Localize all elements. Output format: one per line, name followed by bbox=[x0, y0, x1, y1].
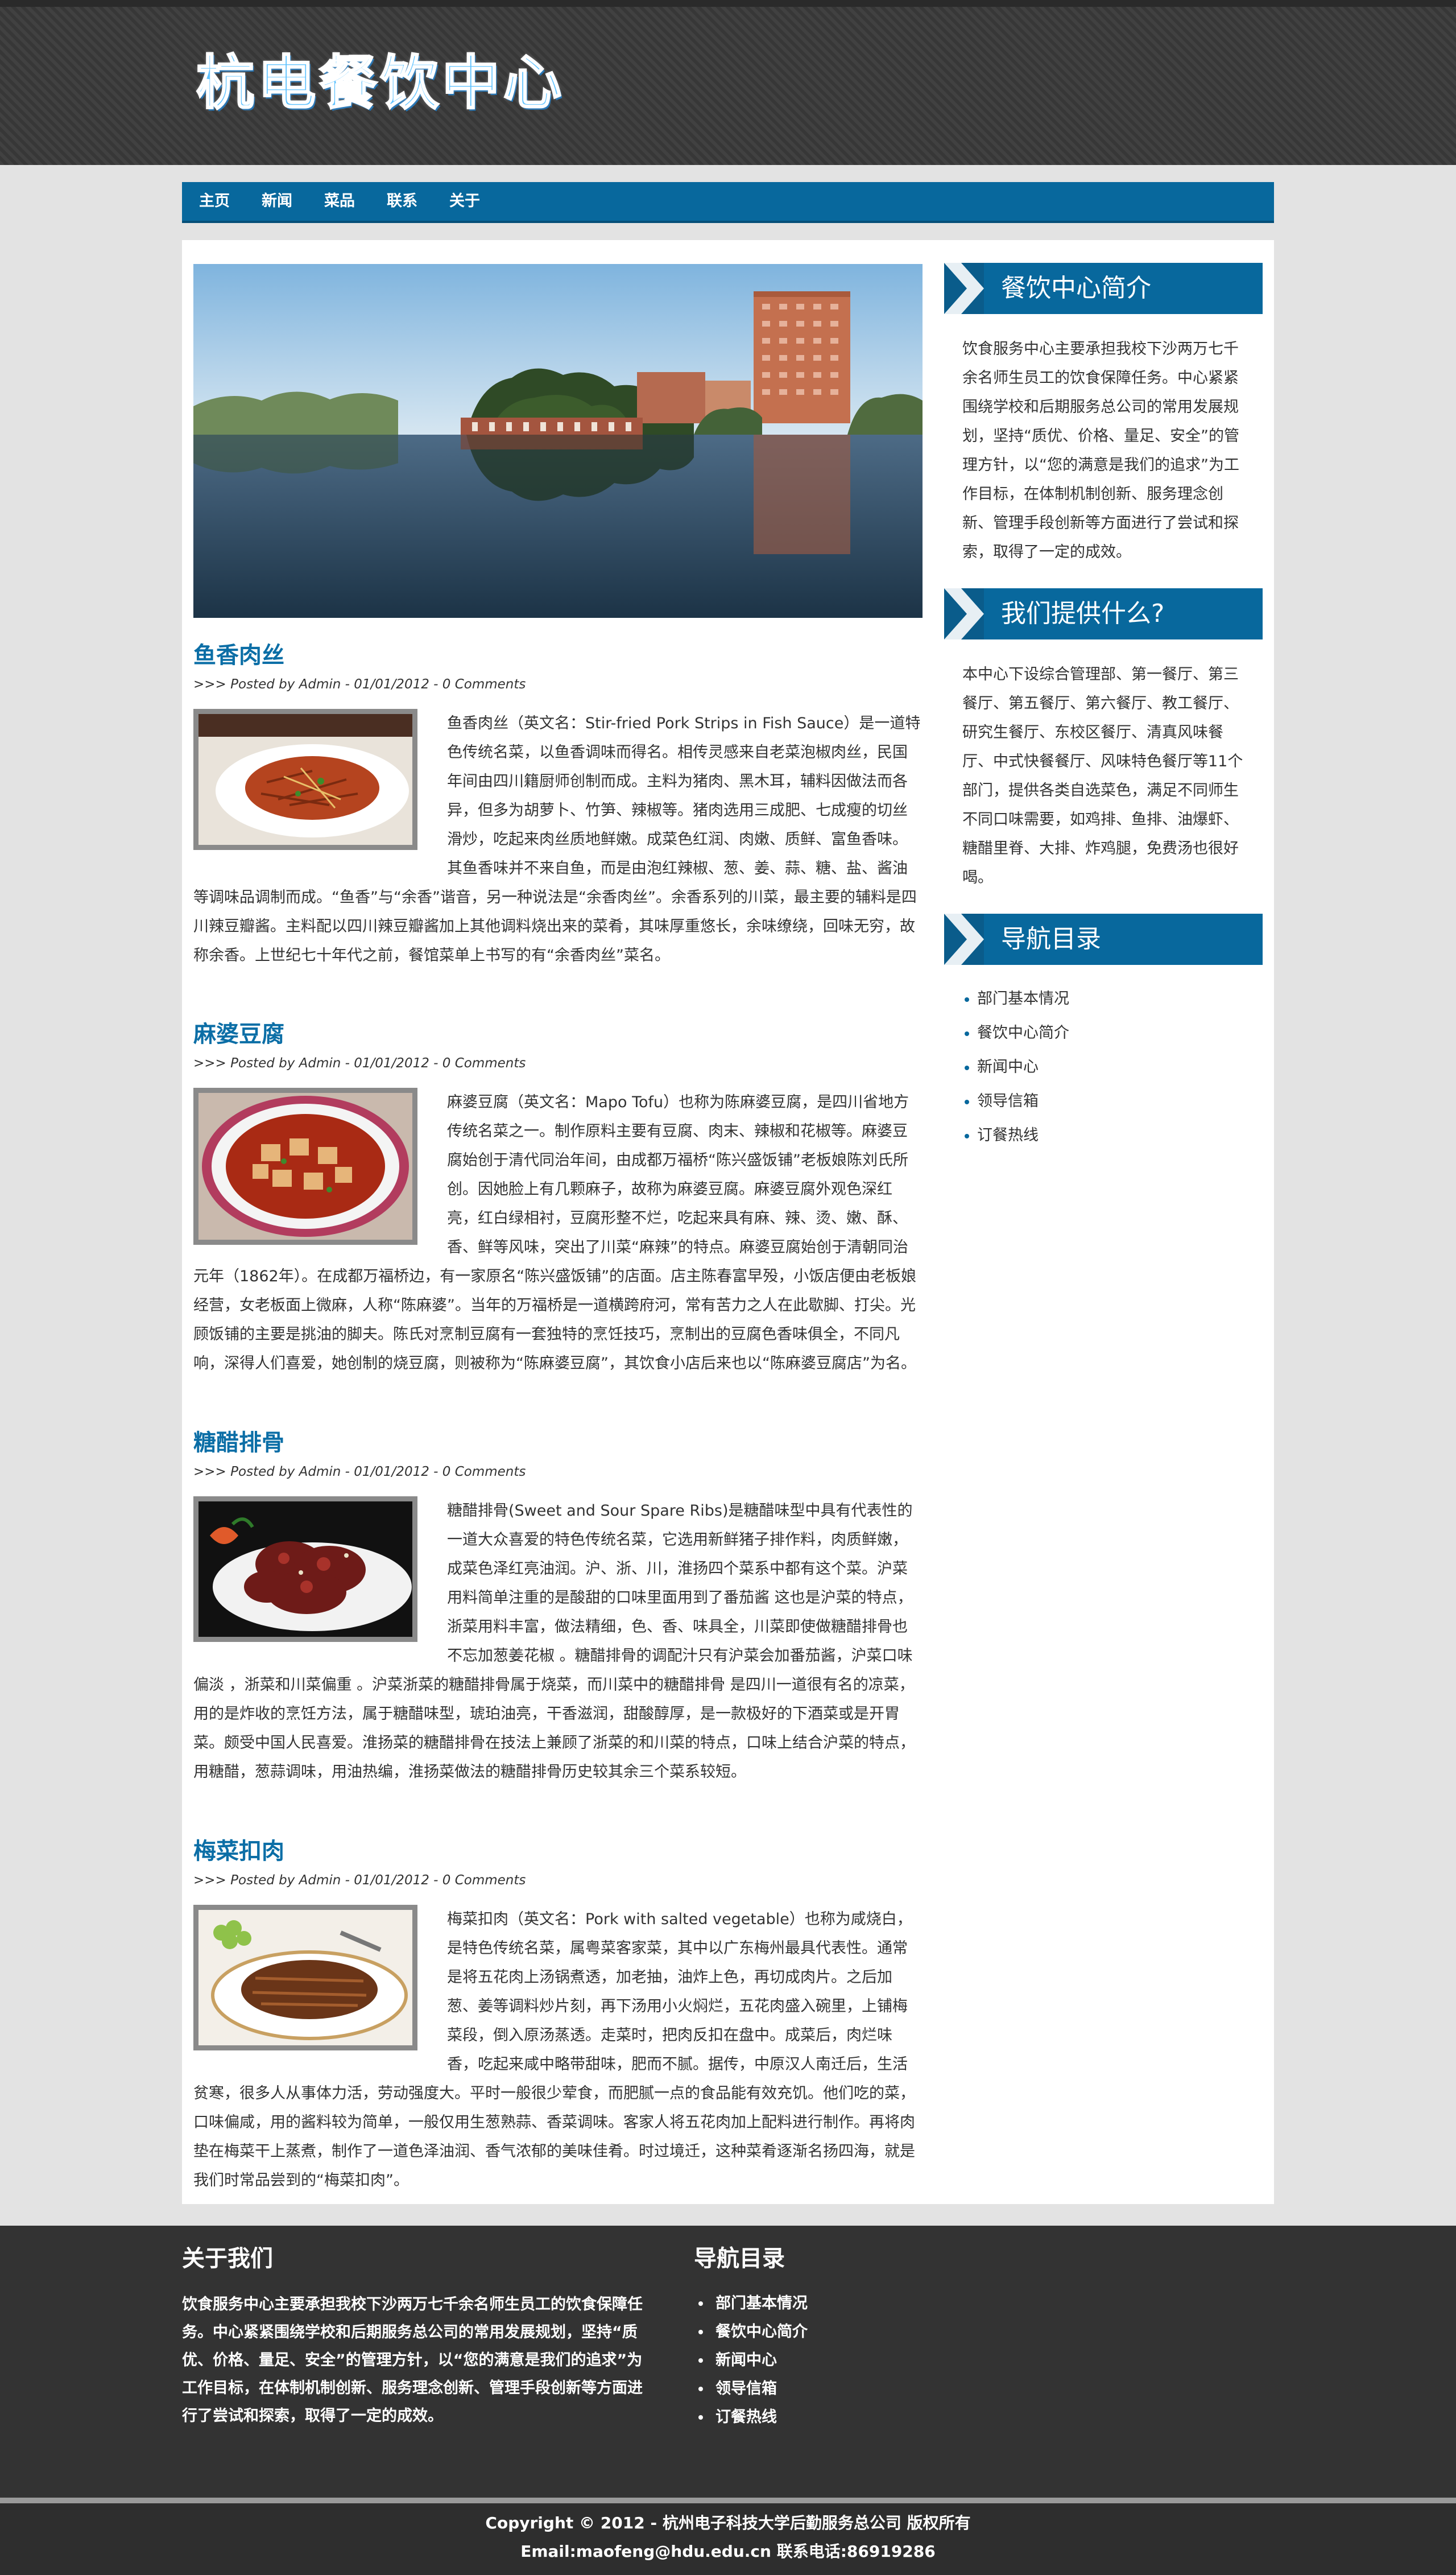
chevron-right-icon bbox=[944, 588, 984, 639]
post-yuxiang-rousi: 鱼香肉丝 >>> Posted by Admin - 01/01/2012 - … bbox=[193, 639, 923, 970]
post-title[interactable]: 鱼香肉丝 bbox=[193, 639, 923, 671]
post-meicai-kourou: 梅菜扣肉 >>> Posted by Admin - 01/01/2012 - … bbox=[193, 1835, 923, 2195]
sidebar-intro-text: 饮食服务中心主要承担我校下沙两万七千余名师生员工的饮食保障任务。中心紧紧围绕学校… bbox=[962, 340, 1239, 561]
sidebar-link-mailbox[interactable]: 领导信箱 bbox=[965, 1084, 1263, 1119]
nav-item-contact[interactable]: 联系 bbox=[371, 182, 433, 221]
footer-about-text: 饮食服务中心主要承担我校下沙两万七千余名师生员工的饮食保障任务。中心紧紧围绕学校… bbox=[182, 2296, 643, 2425]
main-nav: 主页 新闻 菜品 联系 关于 bbox=[182, 182, 1274, 223]
copyright-text: Copyright © 2012 - 杭州电子科技大学后勤服务总公司 版权所有 bbox=[485, 2514, 971, 2532]
post-mapo-tofu: 麻婆豆腐 >>> Posted by Admin - 01/01/2012 - … bbox=[193, 1018, 923, 1378]
sidebar-offer-heading: 我们提供什么? bbox=[944, 588, 1263, 639]
dish-photo-meicai-kourou bbox=[193, 1905, 417, 2050]
nav-item-home[interactable]: 主页 bbox=[182, 182, 246, 221]
nav-item-about[interactable]: 关于 bbox=[433, 182, 496, 221]
post-meta: >>> Posted by Admin - 01/01/2012 - 0 Com… bbox=[193, 1056, 526, 1071]
footer-link-department[interactable]: 部门基本情况 bbox=[698, 2289, 1035, 2318]
sidebar-link-department[interactable]: 部门基本情况 bbox=[965, 982, 1263, 1016]
sidebar-nav-list: 部门基本情况 餐饮中心简介 新闻中心 领导信箱 订餐热线 bbox=[944, 965, 1263, 1153]
post-sweet-sour-ribs: 糖醋排骨 >>> Posted by Admin - 01/01/2012 - … bbox=[193, 1427, 923, 1786]
footer-nav-title: 导航目录 bbox=[694, 2246, 785, 2272]
footer-link-mailbox[interactable]: 领导信箱 bbox=[698, 2375, 1035, 2403]
footer-link-hotline[interactable]: 订餐热线 bbox=[698, 2403, 1035, 2432]
dish-photo-mapo-tofu bbox=[193, 1088, 417, 1245]
chevron-right-icon bbox=[944, 914, 984, 965]
sidebar-offer-text: 本中心下设综合管理部、第一餐厅、第三餐厅、第五餐厅、第六餐厅、教工餐厅、研究生餐… bbox=[962, 666, 1243, 886]
post-meta: >>> Posted by Admin - 01/01/2012 - 0 Com… bbox=[193, 677, 526, 692]
site-header: 杭电餐饮中心 bbox=[0, 0, 1456, 165]
sidebar: 餐饮中心简介 饮食服务中心主要承担我校下沙两万七千余名师生员工的饮食保障任务。中… bbox=[944, 263, 1263, 1153]
post-meta: >>> Posted by Admin - 01/01/2012 - 0 Com… bbox=[193, 1464, 526, 1479]
sidebar-intro-heading: 餐饮中心简介 bbox=[944, 263, 1263, 314]
post-meta: >>> Posted by Admin - 01/01/2012 - 0 Com… bbox=[193, 1873, 526, 1888]
hero-campus-photo bbox=[193, 264, 923, 618]
post-title[interactable]: 梅菜扣肉 bbox=[193, 1835, 923, 1867]
site-logo[interactable]: 杭电餐饮中心 bbox=[196, 36, 565, 120]
contact-text: Email:maofeng@hdu.edu.cn 联系电话:86919286 bbox=[520, 2542, 936, 2561]
sidebar-offer-title: 我们提供什么? bbox=[1001, 599, 1165, 628]
nav-item-dishes[interactable]: 菜品 bbox=[308, 182, 371, 221]
sidebar-nav-heading: 导航目录 bbox=[944, 914, 1263, 965]
footer-nav: 导航目录 部门基本情况 餐饮中心简介 新闻中心 领导信箱 订餐热线 bbox=[694, 2243, 1035, 2432]
sidebar-link-intro[interactable]: 餐饮中心简介 bbox=[965, 1016, 1263, 1050]
site-footer: 关于我们 饮食服务中心主要承担我校下沙两万七千余名师生员工的饮食保障任务。中心紧… bbox=[0, 2226, 1456, 2498]
sidebar-link-hotline[interactable]: 订餐热线 bbox=[965, 1119, 1263, 1153]
footer-link-news[interactable]: 新闻中心 bbox=[698, 2346, 1035, 2375]
footer-about: 关于我们 饮食服务中心主要承担我校下沙两万七千余名师生员工的饮食保障任务。中心紧… bbox=[182, 2243, 648, 2430]
post-title[interactable]: 麻婆豆腐 bbox=[193, 1018, 923, 1050]
content-area: 鱼香肉丝 >>> Posted by Admin - 01/01/2012 - … bbox=[182, 240, 1274, 2204]
post-title[interactable]: 糖醋排骨 bbox=[193, 1427, 923, 1459]
sidebar-link-news[interactable]: 新闻中心 bbox=[965, 1050, 1263, 1084]
footer-link-intro[interactable]: 餐饮中心简介 bbox=[698, 2318, 1035, 2346]
dish-photo-sweet-sour-ribs bbox=[193, 1496, 417, 1642]
chevron-right-icon bbox=[944, 263, 984, 314]
sidebar-nav-title: 导航目录 bbox=[1001, 925, 1101, 954]
nav-item-news[interactable]: 新闻 bbox=[246, 182, 308, 221]
footer-about-title: 关于我们 bbox=[182, 2246, 273, 2272]
dish-photo-yuxiang-rousi bbox=[193, 709, 417, 850]
copyright-bar: Copyright © 2012 - 杭州电子科技大学后勤服务总公司 版权所有 … bbox=[0, 2498, 1456, 2575]
sidebar-intro-title: 餐饮中心简介 bbox=[1001, 274, 1151, 303]
